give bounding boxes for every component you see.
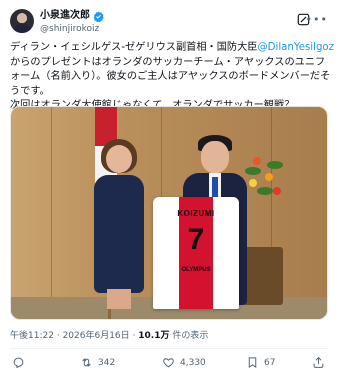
tweet-text: ディラン・イェシルゲス-ゼゲリウス副首相・国防大臣@DilanYesilgoz …: [10, 41, 335, 114]
tweet-header: 小泉進次郎 @shinjirokoiz •••: [10, 8, 330, 38]
author-handle[interactable]: @shinjirokoiz: [40, 24, 99, 35]
tweet-photo[interactable]: KOIZUMI 7 OLYMPUS: [10, 106, 328, 320]
mention-link[interactable]: @DilanYesilgoz: [257, 42, 334, 53]
retweet-icon: [82, 358, 91, 367]
tweet-text-part2: からのプレゼントはオランダのサッカーチーム・アヤックスのユニフォーム（名前入り）…: [10, 56, 331, 97]
author-name-row: 小泉進次郎: [40, 10, 104, 22]
tweet-text-part1: ディラン・イェシルゲス-ゼゲリウス副首相・国防大臣: [10, 42, 258, 53]
reply-button[interactable]: [12, 356, 25, 369]
retweet-count: 342: [98, 357, 116, 368]
reply-icon: [13, 357, 24, 369]
bookmark-count: 67: [264, 357, 276, 368]
views-label: 件の表示: [172, 331, 209, 341]
more-icon[interactable]: •••: [306, 14, 328, 25]
tweet-time[interactable]: 午後11:22: [10, 331, 54, 341]
like-count: 4,330: [180, 357, 206, 368]
share-icon: [313, 356, 324, 368]
meta-separator: ·: [132, 331, 136, 341]
verified-badge-icon: [93, 11, 104, 22]
tweet-date[interactable]: 2026年6月16日: [63, 331, 130, 341]
author-display-name[interactable]: 小泉進次郎: [40, 10, 90, 22]
jersey-sponsor: OLYMPUS: [181, 267, 211, 273]
retweet-button[interactable]: 342: [80, 356, 115, 369]
tweet-meta: 午後11:22 · 2026年6月16日 · 10.1万 件の表示: [10, 331, 208, 342]
jersey-number: 7: [187, 223, 205, 256]
bookmark-icon: [248, 357, 257, 369]
views-count: 10.1万: [138, 331, 170, 341]
share-button[interactable]: [312, 356, 325, 369]
meta-separator: ·: [56, 331, 60, 341]
divider: [10, 348, 328, 349]
jersey-name: KOIZUMI: [177, 209, 215, 218]
avatar[interactable]: [10, 9, 34, 33]
bookmark-button[interactable]: 67: [246, 356, 275, 369]
ajax-jersey: KOIZUMI 7 OLYMPUS: [153, 197, 239, 309]
heart-icon: [163, 358, 174, 368]
person-woman: [91, 139, 149, 309]
action-bar: 342 4,330 67: [10, 356, 328, 376]
like-button[interactable]: 4,330: [162, 356, 206, 369]
wall-panel: [51, 107, 52, 319]
